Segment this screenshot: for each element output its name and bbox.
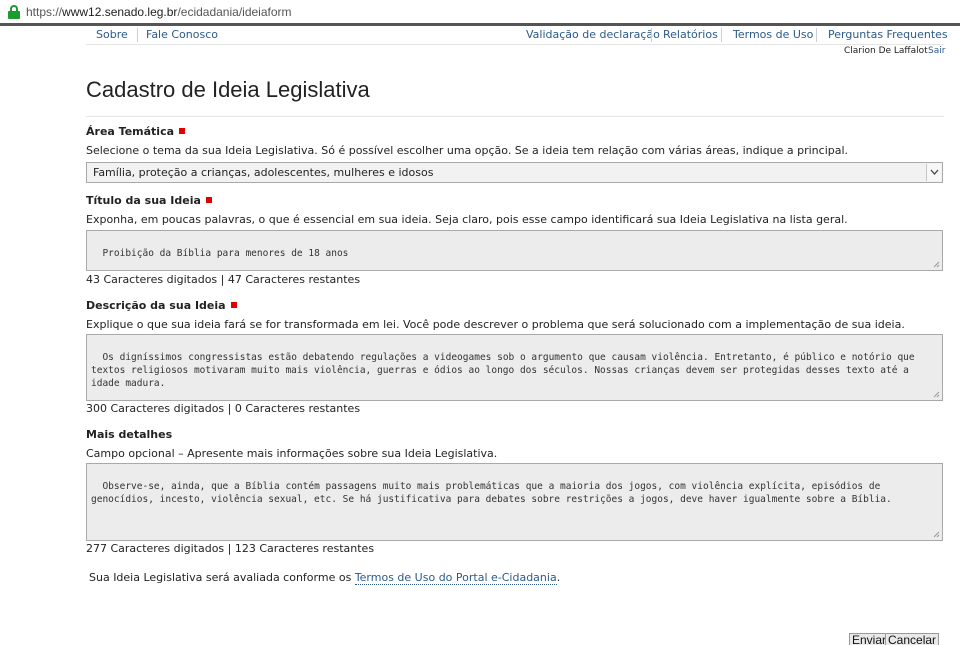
title-input[interactable]: Proibição da Bíblia para menores de 18 a… — [86, 230, 943, 271]
url-text[interactable]: https://www12.senado.leg.br/ecidadania/i… — [26, 5, 292, 19]
nav-separator — [721, 28, 722, 42]
chevron-down-icon[interactable] — [926, 164, 941, 181]
nav-link-sobre[interactable]: Sobre — [96, 28, 128, 41]
nav-link-relatorios[interactable]: Relatórios — [663, 28, 718, 41]
details-help: Campo opcional – Apresente mais informaç… — [86, 447, 498, 460]
description-label: Descrição da sua Ideia — [86, 299, 237, 312]
title-counter: 43 Caracteres digitados | 47 Caracteres … — [86, 273, 361, 286]
nav-link-validacao[interactable]: Validação de declaração — [526, 28, 660, 41]
required-marker-icon — [179, 128, 186, 134]
area-select[interactable]: Família, proteção a crianças, adolescent… — [86, 162, 943, 183]
nav-link-fale-conosco[interactable]: Fale Conosco — [146, 28, 218, 41]
details-label: Mais detalhes — [86, 428, 173, 441]
nav-separator — [137, 28, 138, 42]
description-counter: 300 Caracteres digitados | 0 Caracteres … — [86, 402, 361, 415]
nav-link-termos[interactable]: Termos de Uso — [733, 28, 813, 41]
terms-notice-text: Sua Ideia Legislativa será avaliada conf… — [89, 571, 355, 584]
resize-grip-icon[interactable] — [933, 391, 940, 398]
cancel-button[interactable]: Cancelar — [885, 633, 940, 645]
browser-address-bar[interactable]: https://www12.senado.leg.br/ecidadania/i… — [0, 0, 960, 25]
title-divider — [86, 116, 944, 117]
page-title: Cadastro de Ideia Legislativa — [86, 77, 370, 102]
area-selected-value: Família, proteção a crianças, adolescent… — [93, 166, 434, 179]
required-marker-icon — [205, 197, 212, 203]
title-help: Exponha, em poucas palavras, o que é ess… — [86, 213, 848, 226]
details-textarea[interactable]: Observe-se, ainda, que a Bíblia contém p… — [86, 463, 943, 541]
nav-separator — [816, 28, 817, 42]
description-help: Explique o que sua ideia fará se for tra… — [86, 318, 905, 331]
terms-notice-end: . — [556, 571, 561, 584]
top-navigation: Sobre Fale Conosco Validação de declaraç… — [86, 26, 948, 45]
user-name: Clarion De Laffalot — [844, 46, 928, 56]
lock-icon — [8, 5, 20, 19]
details-counter: 277 Caracteres digitados | 123 Caractere… — [86, 542, 375, 555]
description-textarea[interactable]: Os digníssimos congressistas estão debat… — [86, 334, 943, 401]
nav-separator — [651, 28, 652, 42]
submit-button[interactable]: Enviar — [849, 633, 890, 645]
area-help: Selecione o tema da sua Ideia Legislativ… — [86, 144, 849, 157]
details-value: Observe-se, ainda, que a Bíblia contém p… — [91, 481, 892, 505]
title-input-value: Proibição da Bíblia para menores de 18 a… — [102, 248, 349, 259]
terms-notice: Sua Ideia Legislativa será avaliada conf… — [89, 571, 561, 585]
logout-link[interactable]: Sair — [928, 46, 945, 56]
resize-grip-icon[interactable] — [933, 531, 940, 538]
area-label: Área Temática — [86, 125, 186, 138]
title-label: Título da sua Ideia — [86, 194, 212, 207]
terms-link[interactable]: Termos de Uso do Portal e-Cidadania — [354, 571, 557, 585]
required-marker-icon — [230, 302, 237, 308]
nav-link-perguntas[interactable]: Perguntas Frequentes — [828, 28, 948, 41]
resize-grip-icon[interactable] — [933, 261, 940, 268]
description-value: Os digníssimos congressistas estão debat… — [91, 352, 921, 389]
